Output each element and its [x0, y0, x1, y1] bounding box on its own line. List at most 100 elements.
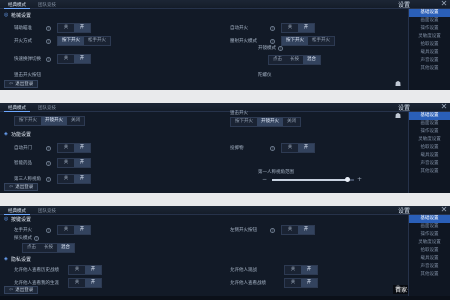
rail-item-basic[interactable]: 基础设置 [409, 215, 450, 223]
settings-content: ◎ 枪械设置 辅助瞄准 ? 关 开 自动开火 ? 关 开 开火方式 ? 按下开火… [0, 9, 408, 90]
close-icon[interactable]: ✕ [440, 103, 448, 111]
option-on[interactable]: 开 [74, 144, 90, 152]
option-off[interactable]: 关闭 [67, 117, 84, 125]
rail-item-audio[interactable]: 声音设置 [409, 57, 450, 65]
rail-item-vehicle[interactable]: 载具设置 [409, 255, 450, 263]
rail-item-audio[interactable]: 声音设置 [409, 160, 450, 168]
info-icon[interactable]: ? [46, 38, 51, 44]
tab-team[interactable]: 团队竞技 [34, 207, 60, 215]
info-icon[interactable]: ? [270, 25, 275, 31]
rail-item-controls[interactable]: 操作设置 [409, 231, 450, 239]
option-off[interactable]: 关 [58, 175, 74, 183]
logout-button[interactable]: ⇦ 退出登录 [4, 286, 39, 294]
close-icon[interactable]: ✕ [440, 206, 448, 214]
option-off[interactable]: 关 [282, 24, 298, 32]
rail-item-controls[interactable]: 操作设置 [409, 25, 450, 33]
option-mixed[interactable]: 混合 [303, 56, 320, 64]
option-on[interactable]: 开 [298, 144, 314, 152]
fov-slider[interactable] [272, 177, 354, 182]
rail-item-pickup[interactable]: 拾取设置 [409, 144, 450, 152]
minus-icon[interactable]: − [262, 177, 268, 183]
rail-item-pickup[interactable]: 拾取设置 [409, 41, 450, 49]
info-icon[interactable]: ? [46, 227, 51, 233]
option-press-fire[interactable]: 按下开火 [282, 37, 308, 45]
option-hold[interactable]: 长按 [286, 56, 303, 64]
option-release-fire[interactable]: 松手开火 [308, 37, 334, 45]
option-on[interactable]: 开 [301, 266, 317, 274]
info-icon[interactable]: ? [34, 236, 39, 241]
rail-item-controls[interactable]: 操作设置 [409, 128, 450, 136]
fire-mode-group: 按下开火 松手开火 [57, 36, 111, 46]
option-tap[interactable]: 点击 [269, 56, 286, 64]
option-press-fire[interactable]: 按下开火 [15, 117, 41, 125]
rail-item-basic[interactable]: 基础设置 [409, 9, 450, 17]
info-icon[interactable]: ? [46, 145, 51, 151]
rail-item-vehicle[interactable]: 载具设置 [409, 152, 450, 160]
option-on[interactable]: 开 [298, 226, 314, 234]
rail-item-audio[interactable]: 声音设置 [409, 263, 450, 271]
rail-item-other[interactable]: 其他设置 [409, 65, 450, 73]
option-on[interactable]: 开 [74, 24, 90, 32]
option-off[interactable]: 关 [285, 279, 301, 287]
option-off[interactable]: 关 [58, 24, 74, 32]
option-scope-fire[interactable]: 开镜开火 [257, 118, 283, 126]
rail-item-vehicle[interactable]: 载具设置 [409, 49, 450, 57]
option-press-fire[interactable]: 按下开火 [58, 37, 84, 45]
option-on[interactable]: 开 [85, 266, 101, 274]
option-off[interactable]: 关 [58, 144, 74, 152]
option-on[interactable]: 开 [74, 55, 90, 63]
option-on[interactable]: 开 [298, 24, 314, 32]
slider-knob[interactable] [344, 177, 350, 182]
option-on[interactable]: 开 [74, 159, 90, 167]
info-icon[interactable]: ? [270, 227, 275, 233]
option-off[interactable]: 关 [58, 159, 74, 167]
rail-item-sensitivity[interactable]: 灵敏度设置 [409, 33, 450, 41]
close-icon[interactable]: ✕ [440, 0, 448, 8]
option-off[interactable]: 关 [58, 226, 74, 234]
rail-item-sensitivity[interactable]: 灵敏度设置 [409, 136, 450, 144]
rail-item-other[interactable]: 其他设置 [409, 168, 450, 176]
option-on[interactable]: 开 [85, 279, 101, 287]
option-off[interactable]: 关 [58, 55, 74, 63]
option-press-fire[interactable]: 按下开火 [231, 118, 257, 126]
tab-classic[interactable]: 经典模式 [4, 104, 30, 112]
option-off[interactable]: 关 [69, 279, 85, 287]
rail-item-graphics[interactable]: 画面设置 [409, 120, 450, 128]
rail-item-other[interactable]: 其他设置 [409, 271, 450, 279]
option-scope-fire[interactable]: 开镜开火 [41, 117, 67, 125]
tab-classic[interactable]: 经典模式 [4, 1, 30, 9]
rail-item-graphics[interactable]: 画面设置 [409, 17, 450, 25]
tab-team[interactable]: 团队竞技 [34, 1, 60, 9]
option-on[interactable]: 开 [301, 279, 317, 287]
info-icon[interactable]: ? [46, 160, 51, 166]
option-mixed[interactable]: 混合 [57, 244, 74, 252]
option-on[interactable]: 开 [74, 175, 90, 183]
option-release-fire[interactable]: 松手开火 [84, 37, 110, 45]
rail-item-sensitivity[interactable]: 灵敏度设置 [409, 239, 450, 247]
option-off[interactable]: 关 [282, 144, 298, 152]
rail-item-basic[interactable]: 基础设置 [409, 112, 450, 120]
option-on[interactable]: 开 [74, 226, 90, 234]
option-tap[interactable]: 点击 [23, 244, 40, 252]
info-icon[interactable]: ? [46, 176, 51, 182]
option-hold[interactable]: 长按 [40, 244, 57, 252]
option-off[interactable]: 关 [282, 226, 298, 234]
option-off[interactable]: 关 [69, 266, 85, 274]
info-icon[interactable]: ? [46, 56, 51, 62]
option-off[interactable]: 关闭 [283, 118, 300, 126]
info-icon[interactable]: ? [270, 38, 275, 44]
hat-icon[interactable]: ☗ [394, 112, 402, 120]
tab-team[interactable]: 团队竞技 [34, 104, 60, 112]
rail-item-graphics[interactable]: 画面设置 [409, 223, 450, 231]
info-icon[interactable]: ? [278, 46, 283, 51]
info-icon[interactable]: ? [46, 25, 51, 31]
plus-icon[interactable]: + [357, 177, 363, 183]
rail-item-pickup[interactable]: 拾取设置 [409, 247, 450, 255]
tab-classic[interactable]: 经典模式 [4, 207, 30, 215]
logout-button[interactable]: ⇦ 退出登录 [4, 183, 39, 191]
hat-icon[interactable]: ☗ [394, 80, 402, 88]
info-icon[interactable]: ? [270, 145, 275, 151]
logout-button[interactable]: ⇦ 退出登录 [4, 80, 39, 88]
setting-row: 智能药品 ? 关 开 [14, 158, 91, 168]
option-off[interactable]: 关 [285, 266, 301, 274]
